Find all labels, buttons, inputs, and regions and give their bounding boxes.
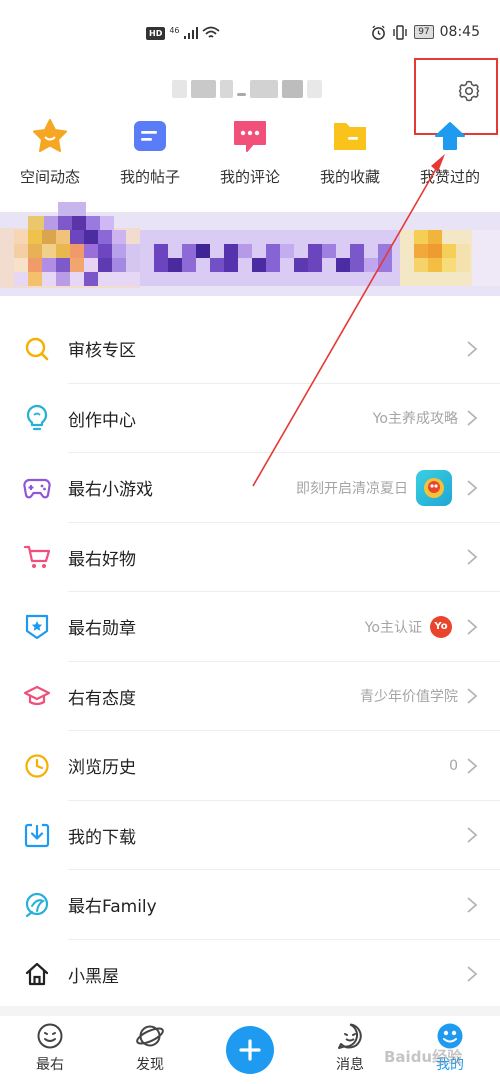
menu-item-label: 最右好物 xyxy=(68,549,136,570)
quick-action-my-posts[interactable]: 我的帖子 xyxy=(100,118,200,194)
menu-item-label: 最右小游戏 xyxy=(68,480,153,501)
nav-tab-home[interactable]: 最右 xyxy=(0,1016,100,1084)
menu-item-attitude[interactable]: 右有态度 青少年价值学院 xyxy=(0,662,500,732)
star-icon xyxy=(31,118,69,154)
house-icon xyxy=(0,961,68,987)
comment-icon xyxy=(231,118,269,154)
menu-item-history[interactable]: 浏览历史 0 xyxy=(0,731,500,801)
gamepad-icon xyxy=(0,476,68,500)
quick-action-label: 我的评论 xyxy=(219,168,280,186)
menu-list: 审核专区 创作中心 Yo主养成攻略 最右小游戏 即刻开启清凉夏日 最右好物 最右… xyxy=(0,314,500,1009)
menu-item-label: 右有态度 xyxy=(68,688,136,709)
menu-item-label: 我的下载 xyxy=(68,827,136,848)
medal-icon xyxy=(0,613,68,641)
lightbulb-icon xyxy=(0,404,68,432)
quick-action-label: 我的收藏 xyxy=(319,168,380,186)
game-thumbnail xyxy=(416,469,452,506)
chevron-right-icon xyxy=(466,896,500,914)
chevron-right-icon xyxy=(466,687,500,705)
status-right: 97 08:45 xyxy=(371,24,480,40)
chevron-right-icon xyxy=(466,548,500,566)
menu-item-hint: 即刻开启清凉夏日 xyxy=(296,480,408,497)
watermark: Baidu经验 xyxy=(384,1048,463,1066)
quick-action-space-feed[interactable]: 空间动态 xyxy=(0,118,100,194)
battery-indicator: 97 xyxy=(414,25,434,39)
menu-item-downloads[interactable]: 我的下载 xyxy=(0,801,500,871)
banner-mosaic xyxy=(0,202,500,296)
menu-item-review-zone[interactable]: 审核专区 xyxy=(0,314,500,384)
menu-item-family[interactable]: 最右Family xyxy=(0,870,500,940)
graduation-cap-icon xyxy=(0,684,68,708)
hd-badge: HD xyxy=(146,26,166,40)
menu-item-creator-center[interactable]: 创作中心 Yo主养成攻略 xyxy=(0,384,500,454)
nav-label: 最右 xyxy=(36,1057,64,1073)
nav-add-button[interactable] xyxy=(200,1016,300,1084)
post-icon xyxy=(131,118,169,154)
family-icon xyxy=(0,892,68,918)
quick-actions: 空间动态 我的帖子 我的评论 我的收藏 我赞过的 xyxy=(0,118,500,194)
alarm-icon xyxy=(372,24,386,40)
menu-item-hint: Yo主养成攻略 xyxy=(372,411,458,428)
menu-item-label: 创作中心 xyxy=(68,410,136,431)
like-icon xyxy=(431,118,469,154)
chevron-right-icon xyxy=(466,618,500,636)
menu-item-hint: Yo主认证 xyxy=(364,619,422,636)
quick-action-liked[interactable]: 我赞过的 xyxy=(400,118,500,194)
quick-action-label: 我赞过的 xyxy=(419,168,480,186)
chevron-right-icon xyxy=(466,965,500,983)
network-type: 46 xyxy=(169,25,180,35)
wifi-icon xyxy=(201,26,220,38)
quick-action-my-favorites[interactable]: 我的收藏 xyxy=(300,118,400,194)
menu-item-hint: 0 xyxy=(449,757,458,774)
menu-item-hint: 青少年价值学院 xyxy=(360,689,458,706)
menu-item-label: 小黑屋 xyxy=(68,966,119,987)
chevron-right-icon xyxy=(466,757,500,775)
quick-action-label: 我的帖子 xyxy=(119,168,180,186)
promo-banner[interactable] xyxy=(0,202,500,306)
menu-item-label: 浏览历史 xyxy=(68,758,136,779)
menu-item-label: 最右Family xyxy=(68,897,157,918)
planet-icon xyxy=(136,1025,164,1047)
signal-group: HD 46 xyxy=(146,26,220,40)
smile-icon xyxy=(37,1023,63,1049)
chevron-right-icon xyxy=(466,479,500,497)
signal-icon xyxy=(183,27,198,39)
nav-label: 发现 xyxy=(136,1057,164,1073)
quick-action-label: 空间动态 xyxy=(19,168,80,186)
download-icon xyxy=(0,822,68,848)
yo-badge: Yo xyxy=(430,615,452,638)
folder-icon xyxy=(331,118,369,154)
chevron-right-icon xyxy=(466,409,500,427)
menu-item-label: 最右勋章 xyxy=(68,619,136,640)
nav-label: 消息 xyxy=(336,1057,364,1073)
menu-item-label: 审核专区 xyxy=(68,341,136,362)
menu-item-blackroom[interactable]: 小黑屋 xyxy=(0,940,500,1010)
nav-tab-discover[interactable]: 发现 xyxy=(100,1016,200,1084)
clock-icon xyxy=(0,753,68,779)
quick-action-my-comments[interactable]: 我的评论 xyxy=(200,118,300,194)
menu-item-medals[interactable]: 最右勋章 Yo主认证 Yo xyxy=(0,592,500,662)
search-icon xyxy=(0,336,68,362)
vibrate-icon xyxy=(393,24,407,40)
add-icon xyxy=(226,1026,274,1074)
menu-item-mini-games[interactable]: 最右小游戏 即刻开启清凉夏日 xyxy=(0,453,500,523)
cart-icon xyxy=(0,544,68,570)
message-icon xyxy=(338,1023,362,1049)
chevron-right-icon xyxy=(466,826,500,844)
username-blurred xyxy=(172,76,323,102)
chevron-right-icon xyxy=(466,340,500,358)
section-divider xyxy=(0,1006,500,1016)
menu-item-good-items[interactable]: 最右好物 xyxy=(0,523,500,593)
clock-time: 08:45 xyxy=(439,24,480,40)
